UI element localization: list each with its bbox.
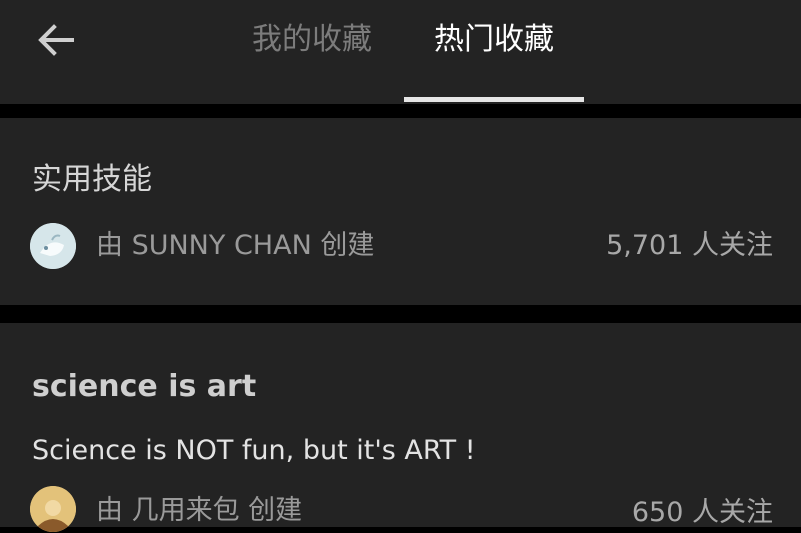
tab-label: 我的收藏 [252, 22, 372, 57]
followers-count: 5,701 人关注 [606, 230, 773, 261]
top-bar: 我的收藏 热门收藏 [0, 0, 801, 104]
tab-popular-collections[interactable]: 热门收藏 [404, 0, 584, 104]
avatar[interactable] [30, 223, 76, 269]
collection-title: 实用技能 [32, 162, 152, 197]
creator-text: 由 SUNNY CHAN 创建 [96, 230, 375, 261]
collection-card[interactable]: science is art Science is NOT fun, but i… [0, 323, 801, 532]
collection-title: science is art [32, 369, 257, 404]
tab-my-collections[interactable]: 我的收藏 [232, 0, 392, 104]
active-tab-indicator [404, 97, 584, 102]
avatar[interactable] [30, 486, 76, 532]
collection-card[interactable]: 实用技能 由 SUNNY CHAN 创建 5,701 人关注 [0, 118, 801, 305]
creator-text: 由 几用来包 创建 [96, 495, 303, 526]
tab-label: 热门收藏 [434, 22, 554, 57]
followers-count: 650 人关注 [631, 497, 773, 528]
back-button[interactable] [30, 16, 86, 64]
collection-description: Science is NOT fun, but it's ART ! [32, 435, 476, 466]
